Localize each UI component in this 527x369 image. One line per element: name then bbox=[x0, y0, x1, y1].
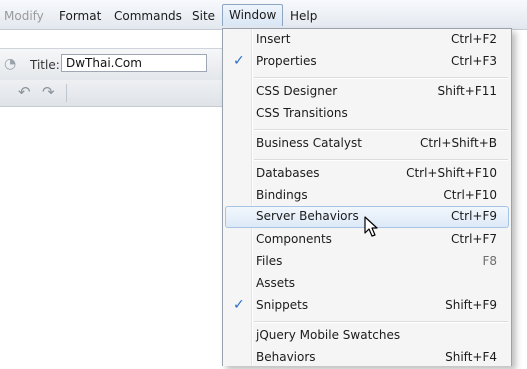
menu-item-label: Bindings bbox=[256, 188, 308, 202]
menu-item-jquery-mobile-swatches[interactable]: jQuery Mobile Swatches bbox=[225, 325, 509, 347]
menu-item-shortcut: Ctrl+Shift+B bbox=[420, 136, 497, 150]
menu-item-shortcut: Ctrl+F9 bbox=[451, 209, 497, 223]
menu-item-css-transitions[interactable]: CSS Transitions bbox=[225, 103, 509, 125]
document-toolbar: ◔ Title: DwThai.Com bbox=[0, 48, 230, 81]
menu-item-shortcut: Ctrl+F2 bbox=[451, 32, 497, 46]
undo-icon[interactable]: ↶ bbox=[18, 83, 31, 101]
menu-item-insert[interactable]: Insert Ctrl+F2 bbox=[225, 29, 509, 51]
zoom-icon[interactable]: ◔ bbox=[4, 56, 16, 72]
menu-item-css-designer[interactable]: CSS Designer Shift+F11 bbox=[225, 81, 509, 103]
menu-item-label: Files bbox=[256, 254, 283, 268]
menu-item-label: Components bbox=[256, 232, 332, 246]
menu-item-shortcut: Shift+F9 bbox=[445, 298, 497, 312]
menu-item-label: Properties bbox=[256, 54, 317, 68]
menu-item-label: Server Behaviors bbox=[256, 209, 359, 223]
menu-item-label: jQuery Mobile Swatches bbox=[256, 328, 401, 342]
menu-item-shortcut: Ctrl+F3 bbox=[451, 54, 497, 68]
history-toolbar: ↶ ↷ bbox=[0, 80, 230, 107]
menu-separator bbox=[254, 129, 508, 130]
menu-item-label: CSS Transitions bbox=[256, 106, 348, 120]
menu-item-databases[interactable]: Databases Ctrl+Shift+F10 bbox=[225, 163, 509, 185]
title-label: Title: bbox=[30, 58, 60, 72]
menu-format[interactable]: Format bbox=[59, 7, 101, 25]
menu-window[interactable]: Window bbox=[222, 4, 284, 26]
redo-icon[interactable]: ↷ bbox=[42, 83, 55, 101]
menu-site[interactable]: Site bbox=[192, 7, 215, 25]
menu-item-label: Business Catalyst bbox=[256, 136, 362, 150]
menu-item-shortcut: Shift+F11 bbox=[437, 84, 497, 98]
check-icon: ✓ bbox=[233, 297, 245, 313]
menu-item-bindings[interactable]: Bindings Ctrl+F10 bbox=[225, 185, 509, 207]
menu-item-label: Insert bbox=[256, 32, 291, 46]
window-menu-dropdown: Insert Ctrl+F2 ✓ Properties Ctrl+F3 CSS … bbox=[222, 28, 512, 366]
menu-item-label: CSS Designer bbox=[256, 84, 338, 98]
menu-item-label: Snippets bbox=[256, 298, 309, 312]
menu-item-files[interactable]: Files F8 bbox=[225, 251, 509, 273]
menu-help[interactable]: Help bbox=[290, 7, 317, 25]
menu-item-shortcut: Ctrl+F10 bbox=[443, 188, 497, 202]
menubar: Modify Format Commands Site Window Help bbox=[0, 0, 527, 30]
menu-item-shortcut: Ctrl+Shift+F10 bbox=[406, 166, 497, 180]
menu-item-label: Behaviors bbox=[256, 350, 316, 364]
menu-item-properties[interactable]: ✓ Properties Ctrl+F3 bbox=[225, 51, 509, 73]
menu-separator bbox=[254, 159, 508, 160]
menu-commands[interactable]: Commands bbox=[114, 7, 182, 25]
menu-item-assets[interactable]: Assets bbox=[225, 273, 509, 295]
toolbar-divider bbox=[66, 84, 67, 102]
menu-item-label: Databases bbox=[256, 166, 320, 180]
menu-separator bbox=[254, 77, 508, 78]
mouse-pointer-icon bbox=[364, 216, 378, 237]
menu-separator bbox=[254, 321, 508, 322]
check-icon: ✓ bbox=[233, 53, 245, 69]
menu-item-business-catalyst[interactable]: Business Catalyst Ctrl+Shift+B bbox=[225, 133, 509, 155]
menu-item-shortcut: Shift+F4 bbox=[445, 350, 497, 364]
menu-item-shortcut: F8 bbox=[482, 254, 497, 268]
menu-item-label: Assets bbox=[256, 276, 296, 290]
menu-item-shortcut: Ctrl+F7 bbox=[451, 232, 497, 246]
title-input[interactable]: DwThai.Com bbox=[61, 54, 207, 72]
menu-item-snippets[interactable]: ✓ Snippets Shift+F9 bbox=[225, 295, 509, 317]
menu-modify[interactable]: Modify bbox=[4, 7, 44, 25]
